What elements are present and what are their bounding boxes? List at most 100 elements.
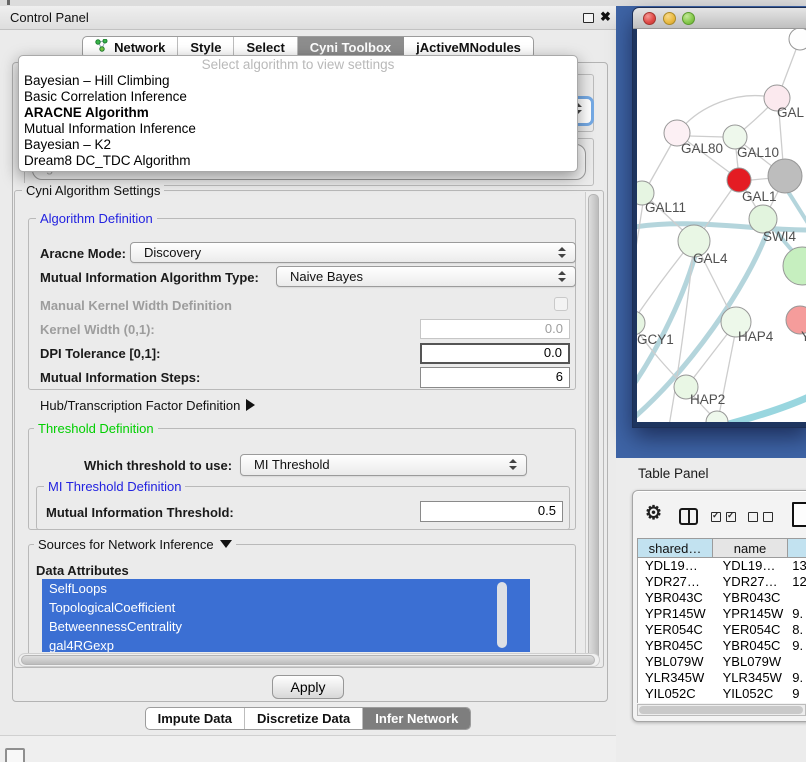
column-header-name[interactable]: name — [713, 538, 788, 558]
apply-button[interactable]: Apply — [272, 675, 344, 699]
node-label-hap2: HAP2 — [690, 392, 725, 407]
node-label-y: Y — [801, 329, 806, 344]
column-header-a[interactable]: A — [788, 538, 806, 558]
apply-button-wrap: Apply — [0, 675, 616, 699]
network-window-titlebar[interactable] — [633, 8, 806, 29]
network-node[interactable] — [789, 29, 806, 50]
table-cell: YER054C — [638, 622, 714, 638]
dropdown-item-dream8-dc-tdc-algorithm[interactable]: Dream8 DC_TDC Algorithm — [19, 153, 577, 169]
data-attributes-list[interactable]: SelfLoopsTopologicalCoefficientBetweenne… — [42, 579, 530, 652]
aracne-mode-value: Discovery — [144, 245, 201, 260]
list-scrollbar-thumb[interactable] — [497, 582, 507, 648]
table-cell — [788, 590, 806, 606]
gear-icon[interactable]: ⚙ — [645, 502, 662, 525]
table-row[interactable]: YBR043CYBR043C — [638, 590, 806, 606]
checked-box-icon[interactable] — [711, 512, 721, 522]
algorithm-definition-title: Algorithm Definition — [36, 211, 157, 226]
mi-threshold-label: Mutual Information Threshold: — [46, 505, 234, 520]
column-header-shared[interactable]: shared… — [637, 538, 713, 558]
settings-group-title: Cyni Algorithm Settings — [22, 183, 164, 198]
combo-spinner-icon — [558, 247, 567, 258]
control-panel-title: Control Panel — [10, 10, 89, 25]
mi-threshold-field[interactable]: 0.5 — [420, 501, 563, 522]
table-row[interactable]: YDR27…YDR27…12 — [638, 574, 806, 590]
settings-horizontal-scrollbar[interactable] — [18, 653, 600, 667]
tab-impute-data[interactable]: Impute Data — [146, 708, 245, 729]
scrollbar-thumb[interactable] — [588, 194, 599, 663]
mi-steps-field[interactable]: 6 — [420, 367, 570, 388]
table-row[interactable]: YIL052CYIL052C9 — [638, 686, 806, 702]
table-cell: YBL079W — [714, 654, 789, 670]
aracne-mode-combobox[interactable]: Discovery — [130, 242, 576, 263]
table-cell: YDR27… — [638, 574, 714, 590]
scrollbar-thumb[interactable] — [21, 655, 595, 665]
node-label-gal1: GAL1 — [742, 189, 777, 204]
which-threshold-value: MI Threshold — [254, 457, 330, 472]
zoom-traffic-light-icon[interactable] — [682, 12, 695, 25]
settings-vertical-scrollbar[interactable] — [585, 192, 600, 666]
collapse-arrow-icon — [220, 540, 232, 548]
table-body: YDL19…YDL19…13YDR27…YDR27…12YBR043CYBR04… — [637, 558, 806, 703]
table-cell: 13 — [788, 558, 806, 574]
table-row[interactable]: YBL079WYBL079W — [638, 654, 806, 670]
data-attributes-label: Data Attributes — [36, 563, 129, 578]
algorithm-dropdown-popup: Select algorithm to view settings Bayesi… — [18, 55, 578, 172]
combo-spinner-icon — [509, 459, 518, 470]
table-cell: YER054C — [714, 622, 789, 638]
minimize-traffic-light-icon[interactable] — [663, 12, 676, 25]
table-cell: 9. — [788, 638, 806, 654]
dropdown-item-bayesian-k2[interactable]: Bayesian – K2 — [19, 137, 577, 153]
dropdown-item-bayesian-hill-climbing[interactable]: Bayesian – Hill Climbing — [19, 73, 577, 89]
unchecked-box-icon[interactable] — [748, 512, 758, 522]
sources-title-toggle[interactable]: Sources for Network Inference — [34, 537, 236, 552]
table-cell: YBR043C — [638, 590, 714, 606]
table-cell: YDR27… — [714, 574, 789, 590]
network-window: GALGAL80GAL10GAL1GAL11SWI4GAL4GCY1HAP4YH… — [633, 8, 806, 427]
table-row[interactable]: YLR345WYLR345W9. — [638, 670, 806, 686]
manual-kernel-checkbox[interactable] — [554, 297, 568, 311]
attribute-item-gal4rgexp[interactable]: gal4RGexp — [42, 636, 530, 652]
table-row[interactable]: YBR045CYBR045C9. — [638, 638, 806, 654]
network-node[interactable] — [768, 159, 802, 193]
dropdown-item-mutual-information-inference[interactable]: Mutual Information Inference — [19, 121, 577, 137]
attribute-item-betweennesscentrality[interactable]: BetweennessCentrality — [42, 617, 530, 636]
mini-window-icon[interactable] — [5, 748, 25, 762]
network-graph[interactable]: GALGAL80GAL10GAL1GAL11SWI4GAL4GCY1HAP4YH… — [637, 29, 806, 426]
tab-infer-network[interactable]: Infer Network — [363, 708, 470, 729]
mi-type-value: Naive Bayes — [290, 269, 363, 284]
attribute-item-topologicalcoefficient[interactable]: TopologicalCoefficient — [42, 598, 530, 617]
table-horizontal-scrollbar[interactable] — [637, 704, 806, 716]
document-icon[interactable] — [792, 502, 806, 527]
which-threshold-label: Which threshold to use: — [84, 458, 232, 473]
which-threshold-combobox[interactable]: MI Threshold — [240, 454, 527, 476]
table-row[interactable]: YER054CYER054C8. — [638, 622, 806, 638]
table-row[interactable]: YDL19…YDL19…13 — [638, 558, 806, 574]
network-node[interactable] — [783, 247, 806, 285]
control-panel-titlebar: Control Panel ✖ — [0, 6, 616, 30]
network-canvas[interactable]: GALGAL80GAL10GAL1GAL11SWI4GAL4GCY1HAP4YH… — [633, 29, 806, 427]
dpi-tolerance-field[interactable]: 0.0 — [420, 343, 570, 364]
unchecked-box-icon[interactable] — [763, 512, 773, 522]
mi-type-combobox[interactable]: Naive Bayes — [276, 266, 576, 287]
hub-section-toggle[interactable]: Hub/Transcription Factor Definition — [40, 398, 255, 413]
table-cell: 12 — [788, 574, 806, 590]
dropdown-item-aracne-algorithm[interactable]: ARACNE Algorithm — [19, 105, 577, 121]
table-cell: YDL19… — [638, 558, 714, 574]
columns-icon[interactable] — [679, 508, 698, 525]
table-cell: YDL19… — [714, 558, 789, 574]
table-row[interactable]: YPR145WYPR145W9. — [638, 606, 806, 622]
manual-kernel-label: Manual Kernel Width Definition — [40, 298, 232, 313]
kernel-width-field[interactable]: 0.0 — [420, 319, 570, 339]
float-panel-icon[interactable] — [583, 13, 594, 23]
checked-box-icon[interactable] — [726, 512, 736, 522]
tab-discretize-data[interactable]: Discretize Data — [245, 708, 363, 729]
dropdown-item-basic-correlation-inference[interactable]: Basic Correlation Inference — [19, 89, 577, 105]
scrollbar-thumb[interactable] — [639, 706, 803, 714]
network-node-labels: GALGAL80GAL10GAL1GAL11SWI4GAL4GCY1HAP4YH… — [637, 105, 806, 407]
table-cell: 8. — [788, 622, 806, 638]
close-panel-icon[interactable]: ✖ — [600, 9, 611, 25]
attribute-item-selfloops[interactable]: SelfLoops — [42, 579, 530, 598]
close-traffic-light-icon[interactable] — [643, 12, 656, 25]
hub-section-label: Hub/Transcription Factor Definition — [40, 398, 240, 413]
aracne-mode-label: Aracne Mode: — [40, 246, 126, 261]
